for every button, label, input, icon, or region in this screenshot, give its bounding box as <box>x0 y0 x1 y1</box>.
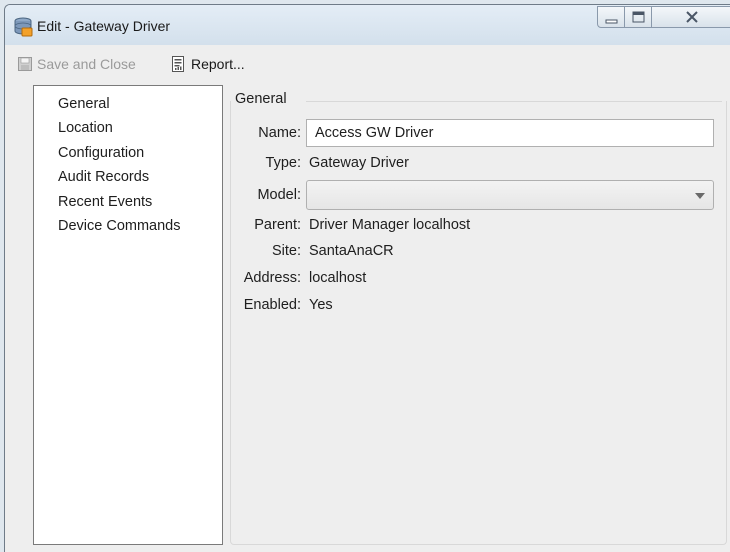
edit-window: Edit - Gateway Driver Save and Close Rep… <box>4 4 730 552</box>
nav-item-label: Location <box>58 120 113 136</box>
save-and-close-button[interactable]: Save and Close <box>18 56 136 72</box>
name-label: Name: <box>258 125 301 141</box>
nav-item-label: Recent Events <box>58 194 153 210</box>
report-document-icon <box>172 56 184 72</box>
close-icon <box>686 11 698 23</box>
nav-item-audit-records[interactable]: Audit Records <box>58 169 149 185</box>
site-value: SantaAnaCR <box>309 243 394 259</box>
save-and-close-label: Save and Close <box>37 56 136 72</box>
nav-panel: General Location Configuration Audit Rec… <box>33 85 223 545</box>
nav-item-location[interactable]: Location <box>58 120 113 136</box>
site-label: Site: <box>271 243 301 259</box>
nav-item-label: Audit Records <box>58 169 150 185</box>
nav-item-label: Device Commands <box>58 218 181 234</box>
name-field[interactable] <box>306 119 714 147</box>
enabled-value: Yes <box>309 297 333 313</box>
type-label: Type: <box>265 155 301 171</box>
window-controls <box>597 6 730 30</box>
close-button[interactable] <box>651 6 730 28</box>
address-label: Address: <box>243 270 301 286</box>
floppy-disk-icon <box>18 57 32 71</box>
address-value: localhost <box>309 270 367 286</box>
parent-label: Parent: <box>254 217 301 233</box>
nav-item-general[interactable]: General <box>54 93 115 115</box>
title-bar[interactable]: Edit - Gateway Driver <box>5 5 730 45</box>
type-value: Gateway Driver <box>309 155 409 171</box>
report-label: Report... <box>191 56 245 72</box>
general-group-title: General <box>235 91 287 107</box>
chevron-down-icon <box>695 193 705 199</box>
maximize-icon <box>632 11 645 23</box>
minimize-button[interactable] <box>597 6 625 28</box>
minimize-icon <box>605 19 618 24</box>
enabled-label: Enabled: <box>243 297 301 313</box>
report-button[interactable]: Report... <box>170 56 245 72</box>
toolbar: Save and Close Report... <box>5 45 730 83</box>
nav-item-configuration[interactable]: Configuration <box>58 145 144 161</box>
general-group-box <box>230 101 727 545</box>
model-dropdown[interactable] <box>306 180 714 210</box>
window-title: Edit - Gateway Driver <box>37 18 171 34</box>
database-drive-icon <box>13 17 33 37</box>
nav-item-recent-events[interactable]: Recent Events <box>58 194 152 210</box>
maximize-button[interactable] <box>624 6 652 28</box>
model-label: Model: <box>257 187 301 203</box>
nav-item-label: Configuration <box>58 145 145 161</box>
parent-value: Driver Manager localhost <box>309 217 471 233</box>
nav-item-label: General <box>58 96 110 112</box>
nav-item-device-commands[interactable]: Device Commands <box>58 218 181 234</box>
